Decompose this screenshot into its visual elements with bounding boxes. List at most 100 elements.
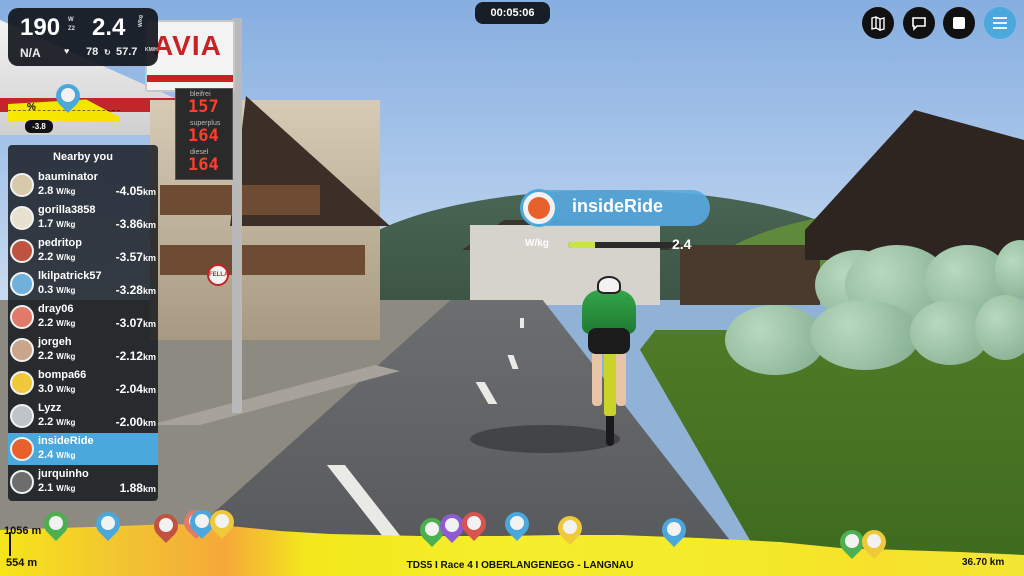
avatar-face-icon (101, 516, 115, 530)
nearby-rider-row[interactable]: pedritop 2.2 W/kg -3.57km (8, 235, 158, 267)
avatar-face-icon (215, 514, 229, 528)
wkg-unit: W/kg (138, 15, 144, 27)
rider-position-marker[interactable] (835, 525, 869, 560)
power-unit: W (68, 17, 74, 23)
insideride-logo-icon (520, 189, 558, 227)
nearby-panel: Nearby you bauminator 2.8 W/kg -4.05km goril… (8, 145, 158, 501)
nametag-wkg-label: W/kg (525, 238, 549, 249)
rider-position-marker[interactable] (500, 507, 534, 542)
nearby-rider-row[interactable]: jurquinho 2.1 W/kg 1.88km (8, 466, 158, 498)
rider-avatar (10, 305, 34, 329)
rider-wkg: 2.2 W/kg (38, 416, 76, 428)
avatar-face-icon (159, 518, 173, 532)
rider-wkg: 2.8 W/kg (38, 185, 76, 197)
rider-leg (616, 350, 626, 406)
chat-button[interactable] (903, 7, 935, 39)
power-zone: Z2 (68, 26, 76, 32)
barn (680, 245, 820, 305)
elevation-profile: 1056 m 554 m TDS5 I Race 4 I OBERLANGENE… (0, 505, 1024, 576)
rider-leg (592, 350, 602, 406)
stop-icon (953, 17, 965, 29)
rider-position-marker[interactable] (39, 507, 73, 542)
avatar-face-icon (61, 88, 75, 102)
nearby-rider-row[interactable]: Lyzz 2.2 W/kg -2.00km (8, 400, 158, 432)
rider-name: bauminator (38, 171, 98, 183)
fuel-price: 164 (188, 155, 219, 175)
rider-name: pedritop (38, 237, 82, 249)
avatar-face-icon (563, 520, 577, 534)
nearby-rider-row[interactable]: bauminator 2.8 W/kg -4.05km (8, 169, 158, 201)
nearby-rider-row[interactable]: jorgeh 2.2 W/kg -2.12km (8, 334, 158, 366)
cyclist-avatar (578, 276, 640, 446)
rider-position-marker[interactable] (553, 511, 587, 546)
avatar-face-icon (445, 518, 459, 532)
self-position-marker (51, 79, 85, 114)
heart-rate-value: N/A (20, 46, 41, 60)
rider-name: jorgeh (38, 336, 72, 348)
nametag-wkg-value: 2.4 (672, 236, 692, 252)
menu-button[interactable] (984, 7, 1016, 39)
shop-sign: FELLA (207, 264, 229, 286)
rider-name: insideRide (38, 435, 94, 447)
nearby-rider-row[interactable]: bompa66 3.0 W/kg -2.04km (8, 367, 158, 399)
rider-gap: -4.05km (115, 184, 156, 198)
rider-position-marker[interactable] (657, 513, 691, 548)
rider-avatar (10, 173, 34, 197)
rider-position-marker[interactable] (457, 507, 491, 542)
heart-icon: ♥ (64, 46, 70, 56)
stop-button[interactable] (943, 7, 975, 39)
rider-position-marker[interactable] (435, 509, 469, 544)
brand-sign: AVIA (145, 20, 235, 92)
rider-gap: -2.12km (115, 349, 156, 363)
rider-gap: -3.28km (115, 283, 156, 297)
speed-value: 57.7 (116, 46, 138, 58)
fuel-price-board: bleifrei 157 superplus 164 diesel 164 (175, 88, 233, 180)
map-button[interactable] (862, 7, 894, 39)
fuel-price: 164 (188, 126, 219, 146)
rider-wkg: 0.3 W/kg (38, 284, 76, 296)
rider-avatar (10, 437, 34, 461)
rider-position-marker[interactable] (205, 505, 239, 540)
rider-position-marker[interactable] (857, 525, 891, 560)
nearby-rider-row[interactable]: gorilla3858 1.7 W/kg -3.86km (8, 202, 158, 234)
nearby-title: Nearby you (53, 151, 113, 163)
elapsed-timer: 00:05:06 (475, 2, 550, 24)
wkg-value: 2.4 (92, 14, 126, 41)
rider-wkg: 2.2 W/kg (38, 251, 76, 263)
rider-position-marker[interactable] (91, 507, 125, 542)
nearby-rider-row[interactable]: lkilpatrick57 0.3 W/kg -3.28km (8, 268, 158, 300)
nearby-rider-row[interactable]: insideRide 2.4 W/kg (8, 433, 158, 465)
rider-avatar (10, 371, 34, 395)
rider-position-marker[interactable] (149, 509, 183, 544)
avatar-face-icon (845, 534, 859, 548)
logo-mark (528, 197, 550, 219)
rider-gap: -2.00km (115, 415, 156, 429)
avatar-face-icon (667, 522, 681, 536)
map-icon (871, 16, 885, 31)
hay-bale (810, 300, 920, 370)
route-title: TDS5 I Race 4 I OBERLANGENEGG - LANGNAU (406, 560, 634, 571)
rider-shorts (588, 328, 630, 354)
rider-name: dray06 (38, 303, 74, 315)
rider-avatar (10, 239, 34, 263)
rider-name: Lyzz (38, 402, 62, 414)
rider-name: lkilpatrick57 (38, 270, 102, 282)
rider-gap: -3.57km (115, 250, 156, 264)
rider-avatar (10, 338, 34, 362)
rider-wkg: 2.4 W/kg (38, 449, 76, 461)
rider-helmet (597, 276, 621, 294)
rider-gap: -2.04km (115, 382, 156, 396)
speed-unit: KM/H (145, 47, 158, 53)
rider-gap: -3.86km (115, 217, 156, 231)
brand-sign-text: AVIA (153, 30, 222, 61)
rider-avatar (10, 272, 34, 296)
nearby-rider-row[interactable]: dray06 2.2 W/kg -3.07km (8, 301, 158, 333)
rider-nametag: insideRide (520, 188, 710, 228)
rider-avatar (10, 470, 34, 494)
brand-sign-stripe (147, 75, 233, 82)
chat-icon (912, 17, 926, 31)
rider-wkg: 2.2 W/kg (38, 317, 76, 329)
rider-name: jurquinho (38, 468, 89, 480)
max-elevation: 1056 m (4, 525, 42, 537)
avatar-face-icon (510, 516, 524, 530)
